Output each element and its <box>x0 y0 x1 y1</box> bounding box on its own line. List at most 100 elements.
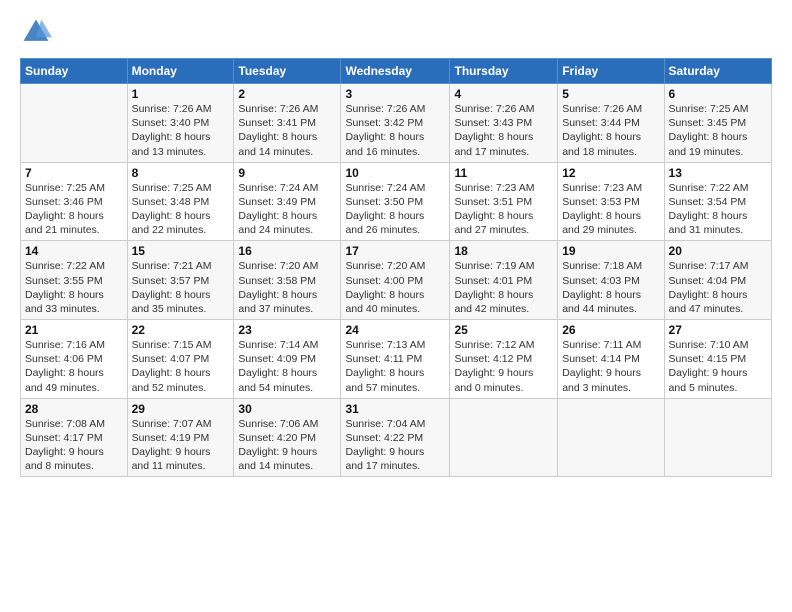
cell-content-4-4 <box>454 402 553 462</box>
cell-content-1-6: 13Sunrise: 7:22 AMSunset: 3:54 PMDayligh… <box>669 166 767 238</box>
cell-content-4-3: 31Sunrise: 7:04 AMSunset: 4:22 PMDayligh… <box>345 402 445 474</box>
cell-content-3-1: 22Sunrise: 7:15 AMSunset: 4:07 PMDayligh… <box>132 323 230 395</box>
header-row: SundayMondayTuesdayWednesdayThursdayFrid… <box>21 59 772 84</box>
cell-text: Sunrise: 7:15 AMSunset: 4:07 PMDaylight:… <box>132 338 230 395</box>
cell-text: Sunrise: 7:21 AMSunset: 3:57 PMDaylight:… <box>132 259 230 316</box>
week-row-3: 21Sunrise: 7:16 AMSunset: 4:06 PMDayligh… <box>21 320 772 399</box>
cell-content-3-0: 21Sunrise: 7:16 AMSunset: 4:06 PMDayligh… <box>25 323 123 395</box>
cell-2-5: 19Sunrise: 7:18 AMSunset: 4:03 PMDayligh… <box>558 241 664 320</box>
cell-0-5: 5Sunrise: 7:26 AMSunset: 3:44 PMDaylight… <box>558 84 664 163</box>
calendar-table: SundayMondayTuesdayWednesdayThursdayFrid… <box>20 58 772 477</box>
cell-0-3: 3Sunrise: 7:26 AMSunset: 3:42 PMDaylight… <box>341 84 450 163</box>
cell-0-6: 6Sunrise: 7:25 AMSunset: 3:45 PMDaylight… <box>664 84 771 163</box>
cell-text: Sunrise: 7:20 AMSunset: 4:00 PMDaylight:… <box>345 259 445 316</box>
cell-content-4-0: 28Sunrise: 7:08 AMSunset: 4:17 PMDayligh… <box>25 402 123 474</box>
day-number: 5 <box>562 87 659 101</box>
day-number: 6 <box>669 87 767 101</box>
header <box>20 16 772 48</box>
week-row-0: 1Sunrise: 7:26 AMSunset: 3:40 PMDaylight… <box>21 84 772 163</box>
day-number: 8 <box>132 166 230 180</box>
cell-content-0-0 <box>25 87 123 147</box>
day-number: 12 <box>562 166 659 180</box>
cell-1-6: 13Sunrise: 7:22 AMSunset: 3:54 PMDayligh… <box>664 162 771 241</box>
day-number: 2 <box>238 87 336 101</box>
day-number: 16 <box>238 244 336 258</box>
day-number: 29 <box>132 402 230 416</box>
cell-text: Sunrise: 7:23 AMSunset: 3:53 PMDaylight:… <box>562 181 659 238</box>
cell-2-2: 16Sunrise: 7:20 AMSunset: 3:58 PMDayligh… <box>234 241 341 320</box>
cell-content-1-5: 12Sunrise: 7:23 AMSunset: 3:53 PMDayligh… <box>562 166 659 238</box>
cell-content-2-6: 20Sunrise: 7:17 AMSunset: 4:04 PMDayligh… <box>669 244 767 316</box>
cell-1-3: 10Sunrise: 7:24 AMSunset: 3:50 PMDayligh… <box>341 162 450 241</box>
cell-content-0-1: 1Sunrise: 7:26 AMSunset: 3:40 PMDaylight… <box>132 87 230 159</box>
day-number: 1 <box>132 87 230 101</box>
cell-text: Sunrise: 7:04 AMSunset: 4:22 PMDaylight:… <box>345 417 445 474</box>
day-number: 26 <box>562 323 659 337</box>
cell-text: Sunrise: 7:14 AMSunset: 4:09 PMDaylight:… <box>238 338 336 395</box>
cell-content-1-2: 9Sunrise: 7:24 AMSunset: 3:49 PMDaylight… <box>238 166 336 238</box>
day-number: 10 <box>345 166 445 180</box>
cell-content-0-2: 2Sunrise: 7:26 AMSunset: 3:41 PMDaylight… <box>238 87 336 159</box>
cell-text: Sunrise: 7:20 AMSunset: 3:58 PMDaylight:… <box>238 259 336 316</box>
cell-0-0 <box>21 84 128 163</box>
cell-text: Sunrise: 7:13 AMSunset: 4:11 PMDaylight:… <box>345 338 445 395</box>
cell-content-1-3: 10Sunrise: 7:24 AMSunset: 3:50 PMDayligh… <box>345 166 445 238</box>
cell-text: Sunrise: 7:24 AMSunset: 3:49 PMDaylight:… <box>238 181 336 238</box>
col-header-wednesday: Wednesday <box>341 59 450 84</box>
cell-content-3-6: 27Sunrise: 7:10 AMSunset: 4:15 PMDayligh… <box>669 323 767 395</box>
cell-3-1: 22Sunrise: 7:15 AMSunset: 4:07 PMDayligh… <box>127 320 234 399</box>
cell-text: Sunrise: 7:26 AMSunset: 3:44 PMDaylight:… <box>562 102 659 159</box>
cell-0-2: 2Sunrise: 7:26 AMSunset: 3:41 PMDaylight… <box>234 84 341 163</box>
cell-content-3-3: 24Sunrise: 7:13 AMSunset: 4:11 PMDayligh… <box>345 323 445 395</box>
logo <box>20 16 56 48</box>
week-row-4: 28Sunrise: 7:08 AMSunset: 4:17 PMDayligh… <box>21 398 772 477</box>
cell-3-6: 27Sunrise: 7:10 AMSunset: 4:15 PMDayligh… <box>664 320 771 399</box>
week-row-2: 14Sunrise: 7:22 AMSunset: 3:55 PMDayligh… <box>21 241 772 320</box>
cell-1-2: 9Sunrise: 7:24 AMSunset: 3:49 PMDaylight… <box>234 162 341 241</box>
col-header-monday: Monday <box>127 59 234 84</box>
cell-4-0: 28Sunrise: 7:08 AMSunset: 4:17 PMDayligh… <box>21 398 128 477</box>
day-number: 13 <box>669 166 767 180</box>
cell-text: Sunrise: 7:10 AMSunset: 4:15 PMDaylight:… <box>669 338 767 395</box>
cell-content-3-2: 23Sunrise: 7:14 AMSunset: 4:09 PMDayligh… <box>238 323 336 395</box>
cell-content-2-5: 19Sunrise: 7:18 AMSunset: 4:03 PMDayligh… <box>562 244 659 316</box>
cell-content-4-2: 30Sunrise: 7:06 AMSunset: 4:20 PMDayligh… <box>238 402 336 474</box>
cell-text: Sunrise: 7:07 AMSunset: 4:19 PMDaylight:… <box>132 417 230 474</box>
col-header-thursday: Thursday <box>450 59 558 84</box>
day-number: 18 <box>454 244 553 258</box>
cell-2-6: 20Sunrise: 7:17 AMSunset: 4:04 PMDayligh… <box>664 241 771 320</box>
cell-2-3: 17Sunrise: 7:20 AMSunset: 4:00 PMDayligh… <box>341 241 450 320</box>
cell-content-1-0: 7Sunrise: 7:25 AMSunset: 3:46 PMDaylight… <box>25 166 123 238</box>
cell-text: Sunrise: 7:17 AMSunset: 4:04 PMDaylight:… <box>669 259 767 316</box>
day-number: 27 <box>669 323 767 337</box>
col-header-tuesday: Tuesday <box>234 59 341 84</box>
cell-3-5: 26Sunrise: 7:11 AMSunset: 4:14 PMDayligh… <box>558 320 664 399</box>
cell-content-2-2: 16Sunrise: 7:20 AMSunset: 3:58 PMDayligh… <box>238 244 336 316</box>
col-header-friday: Friday <box>558 59 664 84</box>
cell-4-4 <box>450 398 558 477</box>
cell-0-4: 4Sunrise: 7:26 AMSunset: 3:43 PMDaylight… <box>450 84 558 163</box>
day-number: 20 <box>669 244 767 258</box>
cell-content-3-5: 26Sunrise: 7:11 AMSunset: 4:14 PMDayligh… <box>562 323 659 395</box>
day-number: 4 <box>454 87 553 101</box>
day-number: 14 <box>25 244 123 258</box>
cell-4-2: 30Sunrise: 7:06 AMSunset: 4:20 PMDayligh… <box>234 398 341 477</box>
cell-1-4: 11Sunrise: 7:23 AMSunset: 3:51 PMDayligh… <box>450 162 558 241</box>
cell-text: Sunrise: 7:25 AMSunset: 3:45 PMDaylight:… <box>669 102 767 159</box>
cell-text: Sunrise: 7:25 AMSunset: 3:48 PMDaylight:… <box>132 181 230 238</box>
cell-4-5 <box>558 398 664 477</box>
day-number: 23 <box>238 323 336 337</box>
day-number: 21 <box>25 323 123 337</box>
cell-3-4: 25Sunrise: 7:12 AMSunset: 4:12 PMDayligh… <box>450 320 558 399</box>
cell-content-1-1: 8Sunrise: 7:25 AMSunset: 3:48 PMDaylight… <box>132 166 230 238</box>
cell-content-0-6: 6Sunrise: 7:25 AMSunset: 3:45 PMDaylight… <box>669 87 767 159</box>
cell-text: Sunrise: 7:11 AMSunset: 4:14 PMDaylight:… <box>562 338 659 395</box>
day-number: 15 <box>132 244 230 258</box>
day-number: 17 <box>345 244 445 258</box>
day-number: 22 <box>132 323 230 337</box>
cell-4-6 <box>664 398 771 477</box>
cell-text: Sunrise: 7:08 AMSunset: 4:17 PMDaylight:… <box>25 417 123 474</box>
cell-3-2: 23Sunrise: 7:14 AMSunset: 4:09 PMDayligh… <box>234 320 341 399</box>
day-number: 19 <box>562 244 659 258</box>
day-number: 31 <box>345 402 445 416</box>
